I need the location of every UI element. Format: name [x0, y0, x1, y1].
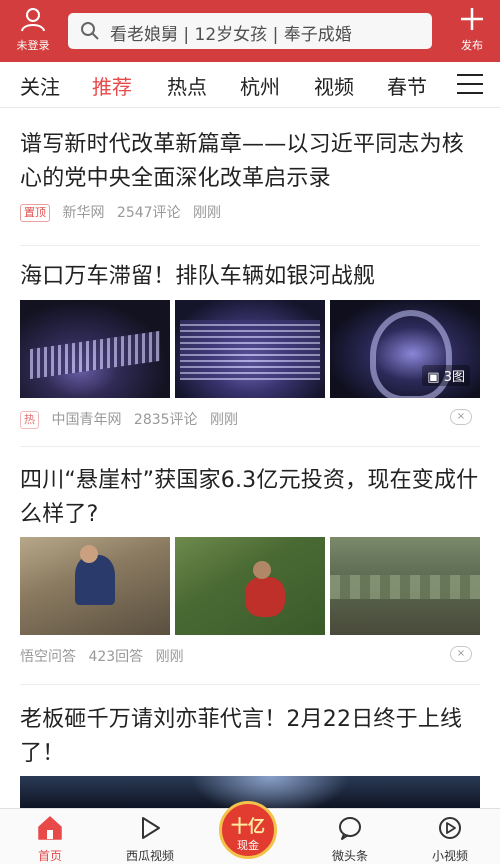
news-meta-row: 热 中国青年网 2835评论 刚刚 ×	[20, 409, 480, 429]
publish-label: 发布	[461, 39, 483, 52]
news-time: 刚刚	[193, 205, 221, 221]
image-icon: ▣	[427, 370, 440, 385]
tab-hangzhou[interactable]: 杭州	[240, 71, 280, 100]
news-item[interactable]: 海口万车滞留！排队车辆如银河战舰	[20, 260, 480, 294]
news-source: 新华网	[62, 205, 105, 221]
plus-icon	[459, 8, 485, 36]
cash-small-label: 现金	[237, 839, 259, 852]
nav-home-label: 首页	[37, 849, 62, 863]
news-time: 刚刚	[155, 649, 184, 665]
home-icon	[36, 816, 64, 845]
news-comments: 2835评论	[133, 412, 198, 428]
news-meta-row: 悟空问答 423回答 刚刚 ×	[20, 646, 480, 666]
news-source: 中国青年网	[51, 412, 122, 428]
nav-small-video[interactable]: 小视频	[415, 815, 485, 864]
tab-follow[interactable]: 关注	[20, 71, 60, 100]
news-title[interactable]: 海口万车滞留！排队车辆如银河战舰	[20, 260, 480, 294]
top-bar: 未登录 看老娘舅 | 12岁女孩 | 奉子成婚 发布	[0, 0, 500, 62]
small-video-icon	[437, 817, 463, 845]
login-label: 未登录	[16, 39, 50, 52]
search-box[interactable]: 看老娘舅 | 12岁女孩 | 奉子成婚	[68, 13, 432, 49]
news-item[interactable]: 谱写新时代改革新篇章——以习近平同志为核心的党中央全面深化改革启示录 置顶 新华…	[20, 128, 480, 222]
news-meta: 置顶 新华网 2547评论 刚刚	[20, 202, 480, 222]
news-source: 悟空问答	[20, 649, 76, 665]
divider	[20, 684, 480, 685]
chat-bubble-icon	[337, 817, 363, 845]
news-item[interactable]: 老板砸千万请刘亦菲代言！2月22日终于上线了！	[20, 703, 480, 771]
image-count: 3图	[443, 370, 465, 385]
news-image[interactable]	[175, 537, 325, 635]
image-count-badge: ▣ 3图	[422, 365, 470, 386]
menu-icon[interactable]	[457, 74, 483, 101]
search-placeholder: 看老娘舅 | 12岁女孩 | 奉子成婚	[110, 25, 352, 45]
news-meta: 热 中国青年网 2835评论 刚刚 ×	[20, 409, 480, 429]
dislike-button[interactable]: ×	[450, 646, 472, 662]
nav-small-video-label: 小视频	[431, 849, 468, 863]
divider	[20, 446, 480, 447]
news-title[interactable]: 谱写新时代改革新篇章——以习近平同志为核心的党中央全面深化改革启示录	[20, 128, 480, 196]
dislike-button[interactable]: ×	[450, 409, 472, 425]
news-time: 刚刚	[210, 412, 238, 428]
news-image[interactable]	[175, 300, 325, 398]
news-comments: 423回答	[88, 649, 144, 665]
cash-big-label: 十亿	[231, 817, 265, 837]
tab-hot[interactable]: 热点	[167, 71, 207, 100]
hot-badge: 热	[20, 411, 39, 429]
publish-button[interactable]: 发布	[452, 6, 492, 53]
tab-spring-festival[interactable]: 春节	[387, 71, 427, 100]
cash-reward-button[interactable]: 十亿 现金	[219, 801, 277, 859]
news-meta: 悟空问答 423回答 刚刚 ×	[20, 646, 480, 666]
news-title[interactable]: 老板砸千万请刘亦菲代言！2月22日终于上线了！	[20, 703, 480, 771]
tab-video[interactable]: 视频	[314, 71, 354, 100]
news-image[interactable]	[20, 537, 170, 635]
news-comments: 2547评论	[116, 205, 181, 221]
pinned-badge: 置顶	[20, 204, 50, 222]
nav-home[interactable]: 首页	[15, 815, 85, 864]
news-image[interactable]: ▣ 3图	[330, 300, 480, 398]
login-button[interactable]: 未登录	[10, 6, 56, 53]
bottom-nav: 首页 西瓜视频 十亿 现金 微头条 小视频	[0, 801, 500, 864]
news-image[interactable]	[330, 537, 480, 635]
news-item[interactable]: 四川“悬崖村”获国家6.3亿元投资，现在变成什么样了?	[20, 464, 480, 532]
tabs-fade	[430, 62, 454, 107]
nav-xigua-label: 西瓜视频	[125, 849, 174, 863]
search-icon	[80, 21, 100, 45]
tab-recommend[interactable]: 推荐	[92, 71, 132, 100]
divider	[20, 245, 480, 246]
nav-weitoutiao-label: 微头条	[331, 849, 368, 863]
user-icon	[20, 8, 46, 36]
nav-xigua-video[interactable]: 西瓜视频	[115, 815, 185, 864]
nav-weitoutiao[interactable]: 微头条	[315, 815, 385, 864]
news-image[interactable]	[20, 300, 170, 398]
play-icon	[137, 817, 163, 845]
channel-tabs: 关注 推荐 热点 杭州 视频 春节	[0, 62, 500, 108]
news-title[interactable]: 四川“悬崖村”获国家6.3亿元投资，现在变成什么样了?	[20, 464, 480, 532]
